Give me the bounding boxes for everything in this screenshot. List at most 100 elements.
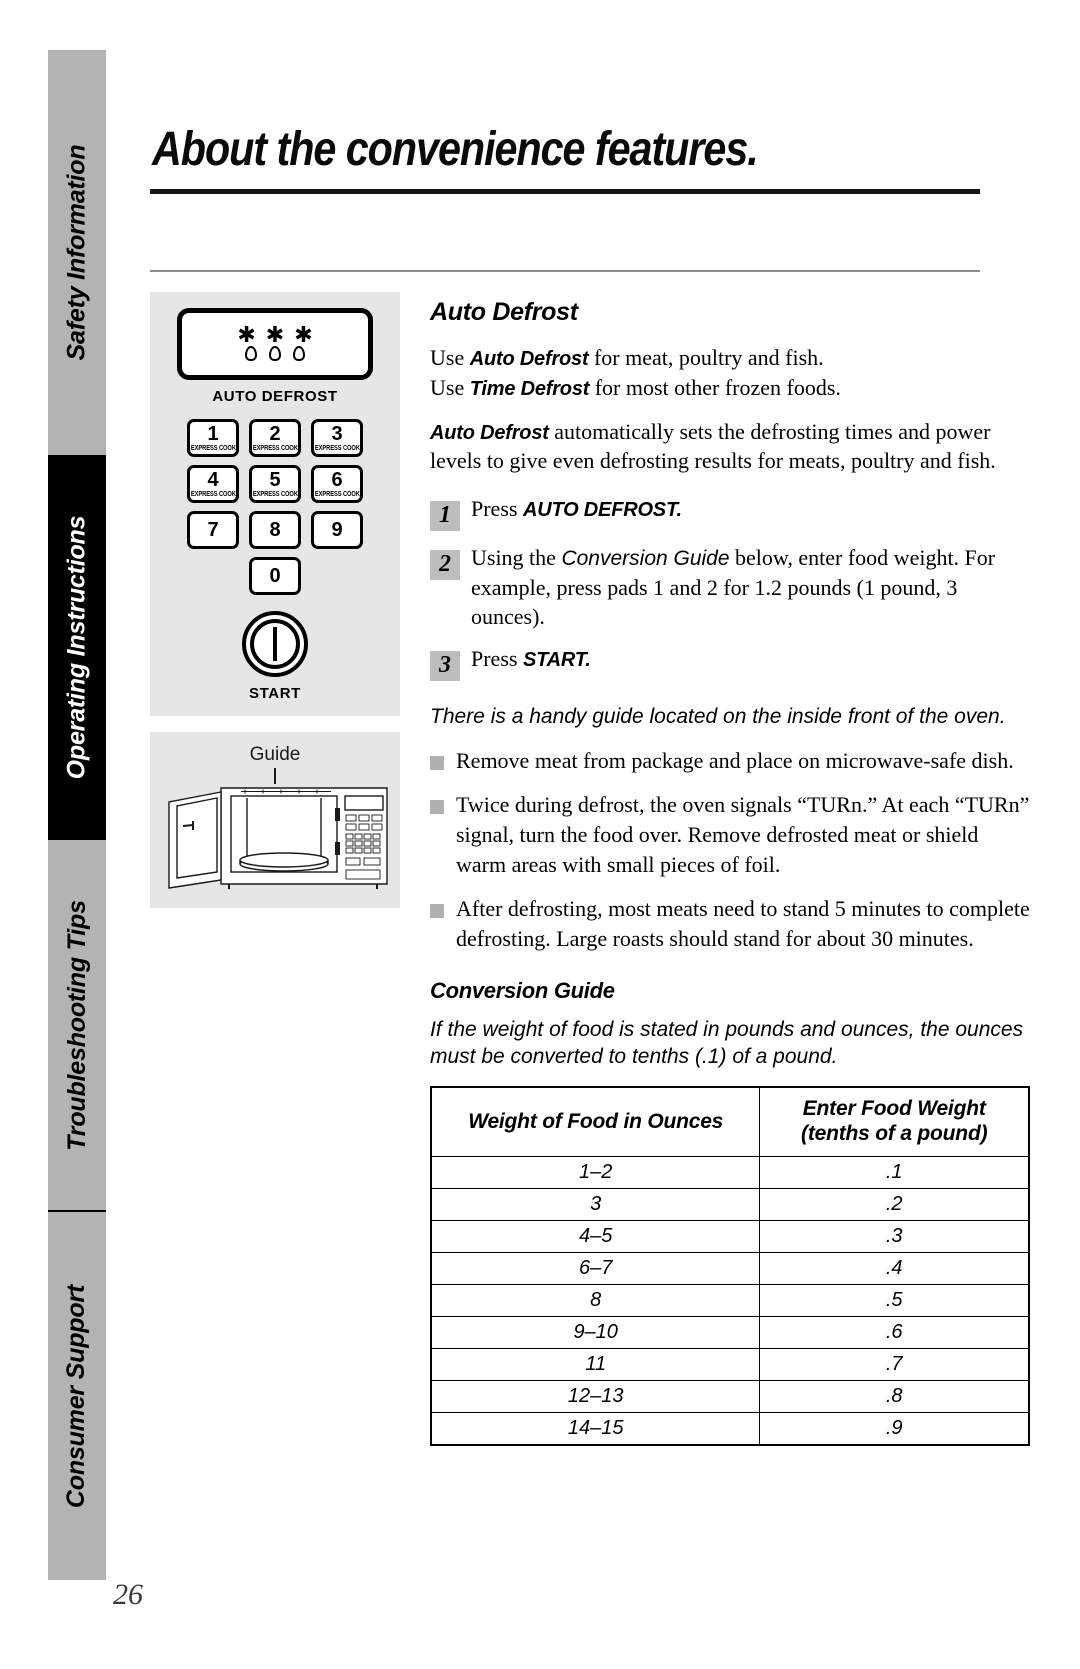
page-number: 26 (113, 1578, 143, 1611)
keypad-key-sublabel: EXPRESS COOK (190, 445, 236, 452)
keypad-key-7[interactable]: 7 (187, 511, 239, 549)
cell-ounces: 4–5 (430, 1219, 761, 1253)
keypad-key-number: 8 (269, 519, 281, 541)
cell-tenths: .8 (759, 1379, 1030, 1413)
cell-tenths: .4 (759, 1251, 1030, 1285)
keypad-key-sublabel: EXPRESS COOK (190, 491, 236, 498)
square-bullet-icon (430, 800, 444, 815)
bullet-item: Twice during defrost, the oven signals “… (430, 790, 1030, 880)
conversion-guide-heading: Conversion Guide (430, 977, 615, 1003)
conversion-guide-table: Weight of Food in Ounces Enter Food Weig… (430, 1086, 1030, 1446)
square-bullet-icon (430, 756, 444, 771)
cell-tenths: .1 (759, 1155, 1030, 1189)
table-row: 3 .2 (430, 1187, 1030, 1221)
intro-line1-pre: Use (430, 345, 470, 370)
conversion-guide-intro: If the weight of food is stated in pound… (430, 1017, 1024, 1068)
table-row: 6–7 .4 (430, 1251, 1030, 1285)
start-caption: START (249, 685, 301, 702)
snowflake-icon: ✱ (237, 322, 256, 348)
sidebar-tab-label: Operating Instructions (62, 515, 91, 780)
sidebar-tab-rail: Safety Information Operating Instruction… (48, 50, 106, 1580)
bullet-text: Remove meat from package and place on mi… (456, 748, 1014, 774)
cell-ounces: 6–7 (430, 1251, 761, 1285)
step-text-pre: Press (471, 495, 523, 521)
snowflake-icon: ✱ (265, 322, 285, 348)
step-item-1: 1 Press AUTO DEFROST. (430, 494, 1030, 531)
auto-defrost-caption: AUTO DEFROST (212, 388, 338, 405)
cell-ounces: 1–2 (430, 1155, 761, 1189)
description-bold-term: Auto Defrost (430, 421, 549, 444)
table-header-line1: Enter Food Weight (802, 1097, 986, 1121)
cell-ounces: 11 (430, 1347, 761, 1381)
table-row: 12–13 .8 (430, 1379, 1030, 1413)
keypad-key-8[interactable]: 8 (249, 511, 301, 549)
section-heading-auto-defrost: Auto Defrost (430, 298, 578, 326)
cell-tenths: .3 (759, 1219, 1030, 1253)
keypad-key-2[interactable]: 2 EXPRESS COOK (249, 419, 301, 457)
step-item-2: 2 Using the Conversion Guide below, ente… (430, 543, 1030, 632)
table-row: 9–10 .6 (430, 1315, 1030, 1349)
snowflake-icon-row: ✱ ✱ ✱ (237, 322, 313, 348)
keypad-key-sublabel: EXPRESS COOK (314, 445, 360, 452)
keypad-key-1[interactable]: 1 EXPRESS COOK (187, 419, 239, 457)
table-header-enter-food-weight: Enter Food Weight (tenths of a pound) (759, 1086, 1030, 1157)
square-bullet-icon (430, 903, 444, 918)
step-text-pre: Press (471, 645, 523, 671)
step-text-bold: AUTO DEFROST. (522, 498, 682, 521)
number-keypad: 1 EXPRESS COOK 2 EXPRESS COOK 3 EXPRESS … (187, 419, 363, 595)
microwave-oven-illustration (168, 768, 388, 889)
sidebar-tab-label: Safety Information (62, 144, 91, 361)
page-content: About the convenience features. ✱ ✱ ✱ AU… (150, 50, 1030, 1446)
sidebar-tab-operating-instructions[interactable]: Operating Instructions (48, 455, 106, 840)
cell-ounces: 12–13 (430, 1379, 761, 1413)
cell-ounces: 8 (430, 1283, 761, 1317)
intro-line2-pre: Use (430, 374, 470, 400)
bullet-item: After defrosting, most meats need to sta… (430, 894, 1030, 954)
droplet-icon-row (245, 346, 305, 362)
snowflake-icon: ✱ (294, 322, 313, 348)
table-row: 14–15 .9 (430, 1411, 1030, 1446)
sidebar-tab-troubleshooting-tips[interactable]: Troubleshooting Tips (48, 840, 106, 1210)
title-divider (150, 189, 980, 194)
sidebar-tab-label: Consumer Support (62, 1284, 91, 1508)
illustration-column: ✱ ✱ ✱ AUTO DEFROST 1 EXPRESS COOK 2 EXPR… (150, 292, 400, 1446)
sidebar-tab-safety-information[interactable]: Safety Information (48, 50, 106, 455)
step-item-3: 3 Press START. (430, 644, 1030, 681)
keypad-key-number: 6 (331, 469, 343, 491)
sidebar-tab-consumer-support[interactable]: Consumer Support (48, 1210, 106, 1580)
auto-defrost-button[interactable]: ✱ ✱ ✱ (177, 308, 373, 380)
droplet-icon (245, 346, 257, 362)
cell-ounces: 3 (430, 1187, 761, 1221)
keypad-key-number: 1 (207, 423, 219, 445)
start-bar-icon (273, 627, 277, 661)
keypad-key-6[interactable]: 6 EXPRESS COOK (311, 465, 363, 503)
table-header-weight-ounces: Weight of Food in Ounces (430, 1086, 761, 1157)
description-paragraph: Auto Defrost automatically sets the defr… (430, 417, 1030, 476)
keypad-key-number: 0 (269, 565, 281, 587)
step-number-badge: 1 (430, 500, 460, 531)
cell-ounces: 14–15 (430, 1411, 761, 1446)
keypad-key-sublabel: EXPRESS COOK (252, 445, 298, 452)
keypad-key-3[interactable]: 3 EXPRESS COOK (311, 419, 363, 457)
cell-tenths: .5 (759, 1283, 1030, 1317)
table-row: 1–2 .1 (430, 1155, 1030, 1189)
start-button[interactable] (242, 611, 308, 677)
table-row: 8 .5 (430, 1283, 1030, 1317)
table-row: 11 .7 (430, 1347, 1030, 1381)
cell-tenths: .2 (759, 1187, 1030, 1221)
cell-ounces: 9–10 (430, 1315, 761, 1349)
control-panel-illustration: ✱ ✱ ✱ AUTO DEFROST 1 EXPRESS COOK 2 EXPR… (150, 292, 400, 716)
keypad-key-5[interactable]: 5 EXPRESS COOK (249, 465, 301, 503)
bullet-text: After defrosting, most meats need to sta… (456, 895, 1030, 951)
keypad-key-number: 4 (207, 469, 219, 491)
keypad-key-9[interactable]: 9 (311, 511, 363, 549)
droplet-icon (269, 346, 281, 362)
keypad-key-0[interactable]: 0 (249, 557, 301, 595)
keypad-key-4[interactable]: 4 EXPRESS COOK (187, 465, 239, 503)
step-text: Using the Conversion Guide below, enter … (460, 543, 1030, 632)
step-text: Press START. (460, 644, 591, 674)
guide-callout-label: Guide (249, 744, 301, 765)
steps-list: 1 Press AUTO DEFROST. 2 Using the Conver… (430, 494, 1030, 681)
table-row: 4–5 .3 (430, 1219, 1030, 1253)
step-text-italic: Conversion Guide (561, 546, 730, 570)
